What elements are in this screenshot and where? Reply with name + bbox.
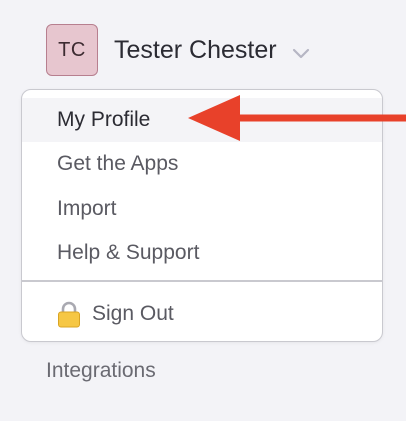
sidebar-item-label: Integrations xyxy=(46,359,156,382)
menu-item-my-profile[interactable]: My Profile xyxy=(22,98,382,142)
menu-item-label: Import xyxy=(57,197,117,220)
chevron-down-icon xyxy=(292,48,309,59)
menu-item-import[interactable]: Import xyxy=(22,187,382,231)
sign-out-label: Sign Out xyxy=(92,302,174,325)
menu-divider xyxy=(22,280,382,282)
menu-item-label: My Profile xyxy=(57,108,151,131)
menu-item-get-the-apps[interactable]: Get the Apps xyxy=(22,142,382,186)
user-name: Tester Chester xyxy=(114,35,277,64)
user-dropdown-menu: My Profile Get the Apps Import Help & Su… xyxy=(21,89,383,342)
menu-item-label: Help & Support xyxy=(57,241,200,264)
user-menu-toggle[interactable]: TC Tester Chester xyxy=(46,24,311,76)
menu-item-label: Get the Apps xyxy=(57,152,179,175)
account-menu-screen: TC Tester Chester My Profile Get the App… xyxy=(0,0,406,421)
avatar: TC xyxy=(46,24,98,76)
menu-item-help-support[interactable]: Help & Support xyxy=(22,231,382,275)
lock-icon xyxy=(58,301,80,328)
avatar-initials: TC xyxy=(58,38,86,61)
menu-item-sign-out[interactable]: Sign Out xyxy=(22,292,382,336)
sidebar-item-integrations[interactable]: Integrations xyxy=(46,359,156,383)
